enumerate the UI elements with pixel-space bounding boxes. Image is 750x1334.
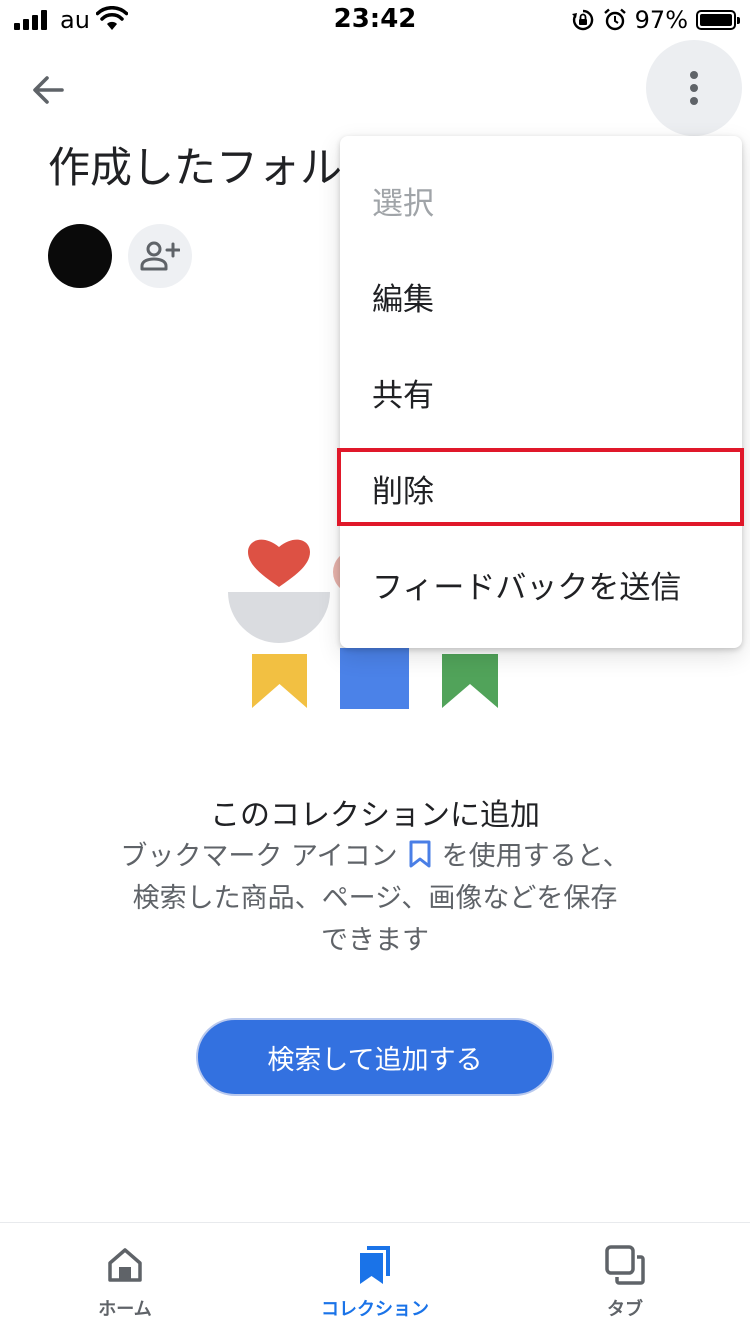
nav-tabs-label: タブ [607,1299,643,1320]
status-right: 97% [571,6,740,34]
nav-home[interactable]: ホーム [0,1223,250,1334]
back-button[interactable] [24,66,72,114]
avatar[interactable] [48,224,112,288]
battery-percent: 97% [634,6,688,34]
menu-item-share[interactable]: 共有 [340,344,742,440]
bookmark-icon [409,840,431,868]
bottom-nav: ホーム コレクション タブ [0,1222,750,1334]
nav-home-label: ホーム [98,1299,152,1320]
menu-item-edit[interactable]: 編集 [340,248,742,344]
status-bar: au 23:42 97% [0,0,750,40]
menu-item-send-feedback[interactable]: フィードバックを送信 [340,536,742,632]
arrow-back-icon [33,76,64,104]
home-icon [108,1248,142,1282]
add-collaborator-button[interactable] [128,224,192,288]
more-options-button[interactable] [646,40,742,136]
menu-item-delete[interactable]: 削除 [340,440,742,536]
menu-item-select: 選択 [372,185,434,222]
tabs-icon [605,1245,645,1285]
nav-tabs[interactable]: タブ [500,1223,750,1334]
nav-collections-label: コレクション [321,1299,429,1320]
person-add-icon [140,241,180,271]
empty-state-title: このコレクションに追加 [210,798,540,833]
screen: au 23:42 97% 作成したフォル このコレクションに追加 ブックマーク … [0,0,750,1334]
collections-icon [360,1246,390,1284]
rotation-lock-icon [571,9,593,31]
search-and-add-button[interactable]: 検索して追加する [196,1018,554,1096]
empty-state-description: ブックマーク アイコン を使用すると、検索した商品、ページ、画像などを保存できま… [120,836,630,962]
empty-desc-part1: ブックマーク アイコン [120,841,398,872]
overflow-menu: 選択 編集 共有 削除 フィードバックを送信 [340,136,742,648]
alarm-icon [603,8,626,31]
more-vert-icon [690,71,698,105]
battery-icon [696,10,740,30]
page-title: 作成したフォル [48,143,343,192]
nav-collections[interactable]: コレクション [250,1223,500,1334]
